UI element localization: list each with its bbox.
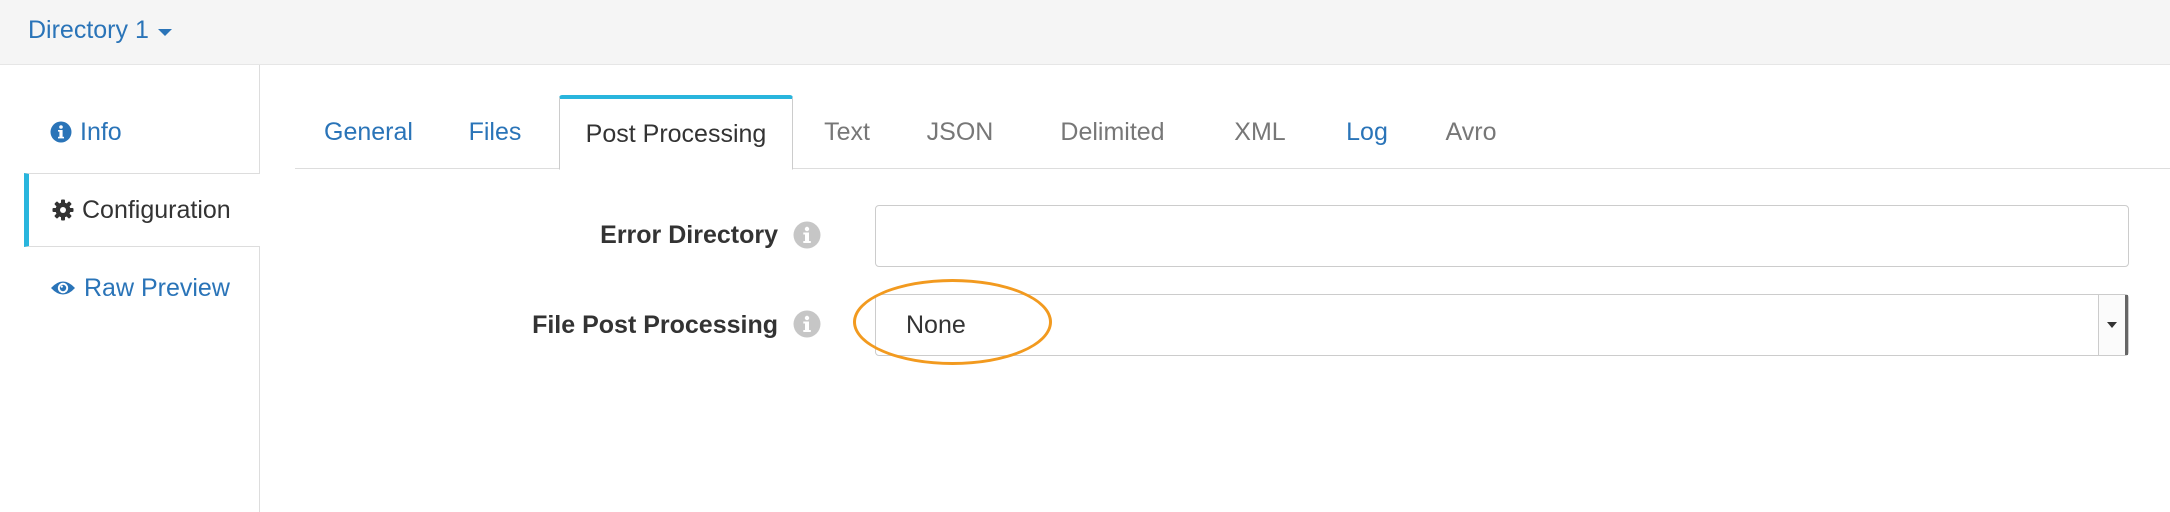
file-post-processing-label: File Post Processing bbox=[532, 311, 778, 339]
sidebar-item-label: Raw Preview bbox=[84, 273, 230, 302]
tab-general[interactable]: General bbox=[295, 95, 442, 169]
directory-label: Directory 1 bbox=[28, 16, 149, 44]
tab-json[interactable]: JSON bbox=[901, 95, 1019, 169]
top-bar: Directory 1 bbox=[0, 0, 2170, 65]
sidebar: Info Configuration Raw Preview bbox=[0, 65, 260, 512]
tab-label: Avro bbox=[1445, 117, 1497, 146]
tab-delimited[interactable]: Delimited bbox=[1025, 95, 1200, 169]
select-value: None bbox=[906, 310, 966, 339]
info-help-icon[interactable] bbox=[793, 310, 821, 343]
config-tabs: General Files Post Processing Text JSON … bbox=[295, 95, 2170, 170]
sidebar-item-label: Configuration bbox=[82, 195, 231, 224]
sidebar-item-info[interactable]: Info bbox=[24, 95, 260, 169]
error-directory-input[interactable] bbox=[875, 205, 2129, 267]
gear-icon bbox=[52, 199, 74, 221]
tab-label: JSON bbox=[926, 117, 994, 146]
tab-label: General bbox=[324, 117, 413, 146]
select-arrow-button[interactable] bbox=[2098, 295, 2128, 355]
tab-post-processing[interactable]: Post Processing bbox=[559, 95, 793, 170]
tab-log[interactable]: Log bbox=[1320, 95, 1414, 169]
tab-text[interactable]: Text bbox=[799, 95, 895, 169]
tab-label: Text bbox=[824, 117, 870, 146]
info-help-icon[interactable] bbox=[793, 221, 821, 254]
tab-avro[interactable]: Avro bbox=[1420, 95, 1522, 169]
tab-files[interactable]: Files bbox=[445, 95, 545, 169]
sidebar-item-raw-preview[interactable]: Raw Preview bbox=[24, 251, 260, 325]
directory-dropdown[interactable]: Directory 1 bbox=[28, 16, 172, 45]
sidebar-item-label: Info bbox=[80, 117, 122, 146]
error-directory-label: Error Directory bbox=[600, 221, 778, 249]
tab-label: Files bbox=[468, 117, 522, 146]
tab-label: Delimited bbox=[1060, 117, 1165, 146]
tab-xml[interactable]: XML bbox=[1206, 95, 1314, 169]
triangle-down-icon bbox=[2107, 322, 2117, 328]
sidebar-item-configuration[interactable]: Configuration bbox=[24, 173, 260, 247]
file-post-processing-select[interactable]: None bbox=[875, 294, 2129, 356]
eye-icon bbox=[50, 278, 76, 298]
caret-down-icon bbox=[157, 28, 172, 36]
info-circle-icon bbox=[50, 121, 72, 143]
tab-label: Log bbox=[1346, 117, 1388, 146]
tab-label: XML bbox=[1234, 117, 1286, 146]
tab-label: Post Processing bbox=[585, 119, 767, 148]
